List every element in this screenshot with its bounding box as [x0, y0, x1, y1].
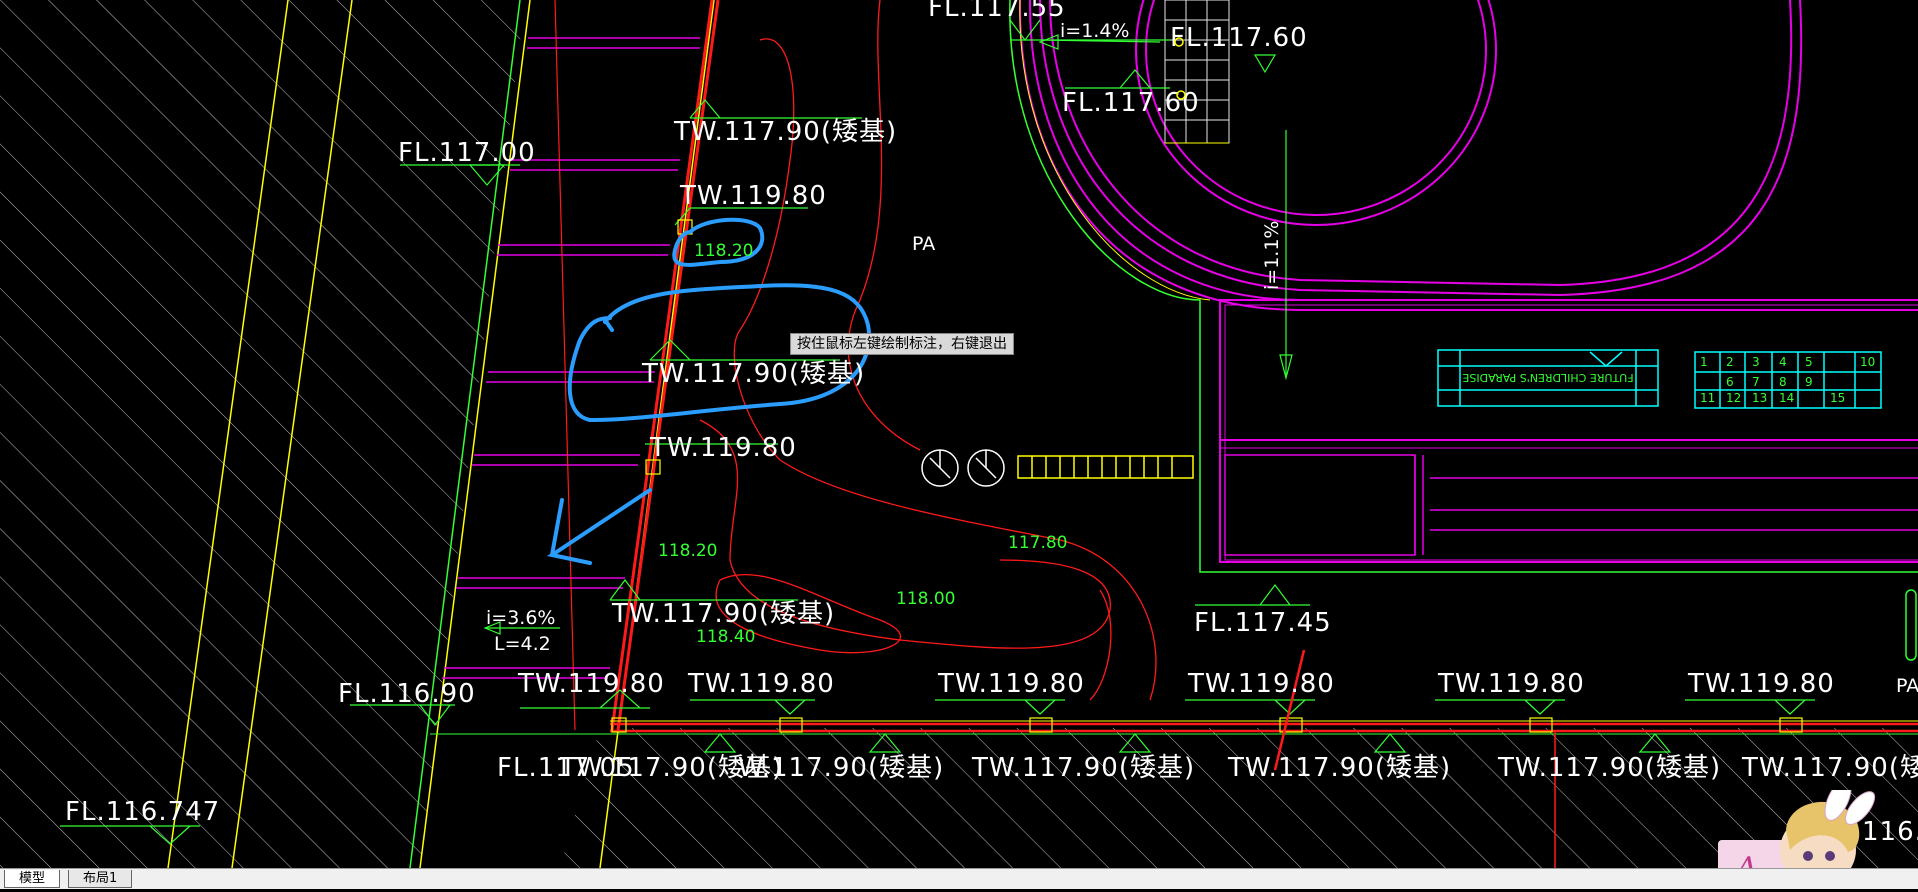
- floor-level-label: FL.117.45: [1194, 608, 1332, 638]
- top-of-wall-label: W.117.90(矮基): [738, 753, 944, 783]
- top-of-wall-label: TW.117.90(矮基): [673, 117, 897, 147]
- top-of-wall-label: TW.119.80: [1437, 669, 1585, 699]
- floor-level-label: FL.117.60: [1170, 23, 1308, 53]
- contour-label: 118.40: [696, 627, 755, 647]
- slope-label: L=4.2: [494, 633, 551, 655]
- svg-text:6: 6: [1726, 375, 1734, 389]
- svg-text:11: 11: [1700, 391, 1715, 405]
- top-of-wall-label: TW.119.80: [649, 433, 797, 463]
- top-of-wall-label: TW.117.90(矮基): [971, 753, 1195, 783]
- svg-text:1: 1: [1700, 355, 1708, 369]
- contour-label: 118.00: [896, 589, 955, 609]
- contour-label: 118.20: [694, 241, 753, 261]
- svg-text:9: 9: [1805, 375, 1813, 389]
- scroll-indicator[interactable]: [1905, 589, 1917, 661]
- top-of-wall-label: TW.119.80: [1187, 669, 1335, 699]
- command-tooltip: 按住鼠标左键绘制标注，右键退出: [790, 333, 1014, 355]
- compass-icon: [921, 449, 959, 487]
- top-of-wall-label: TW.119.80: [687, 669, 835, 699]
- slope-label: i=1.4%: [1060, 20, 1129, 42]
- top-of-wall-label: TW.117.90(矮基): [1497, 753, 1721, 783]
- svg-text:15: 15: [1830, 391, 1845, 405]
- court-outline: [1009, 0, 1918, 573]
- revision-cloud-markup: [546, 217, 872, 565]
- layout-tab-bar: 模型 布局1: [0, 868, 1918, 889]
- floor-level-label: FL.117.60: [1062, 88, 1200, 118]
- tab-model[interactable]: 模型: [4, 870, 61, 888]
- top-of-wall-label: TW.119.80: [679, 181, 827, 211]
- top-of-wall-label: TW.117.90(矮基): [641, 359, 865, 389]
- compass-icon: [967, 449, 1005, 487]
- tab-layout1[interactable]: 布局1: [68, 870, 133, 888]
- svg-text:13: 13: [1752, 391, 1767, 405]
- svg-text:7: 7: [1752, 375, 1760, 389]
- floor-level-label: FL.117.00: [398, 138, 536, 168]
- svg-text:8: 8: [1779, 375, 1787, 389]
- running-track: [1018, 0, 1918, 311]
- svg-text:4: 4: [1779, 355, 1787, 369]
- top-of-wall-label: TW.117.90(矮基): [1227, 753, 1451, 783]
- svg-text:5: 5: [1805, 355, 1813, 369]
- bench-row: [1017, 455, 1194, 479]
- top-of-wall-label: TW.117.90(矮基): [611, 599, 835, 629]
- slope-label: i=3.6%: [486, 607, 555, 629]
- area-label: PA: [1896, 675, 1918, 697]
- top-of-wall-label: TW.119.80: [937, 669, 1085, 699]
- grid-numbers: 1 2 3 4 5 10 11 6 12 7 13 8 14 9 15: [1700, 355, 1875, 405]
- svg-text:3: 3: [1752, 355, 1760, 369]
- slope-label: i=1.1%: [1261, 221, 1283, 290]
- contour-label: 117.80: [1008, 533, 1067, 553]
- cad-model-canvas[interactable]: FUTURE CHILDREN'S PARADISE 118.20 118.20…: [0, 0, 1918, 868]
- stair-grid: [1164, 0, 1230, 144]
- contour-label: 118.20: [658, 541, 717, 561]
- floor-level-label: FL.117.55: [928, 0, 1066, 23]
- svg-text:14: 14: [1779, 391, 1794, 405]
- area-label: PA: [912, 233, 935, 255]
- floor-level-label: FL.116.747: [65, 797, 220, 827]
- svg-text:12: 12: [1726, 391, 1741, 405]
- signage-text: FUTURE CHILDREN'S PARADISE: [1462, 371, 1633, 384]
- top-of-wall-label: TW.119.80: [1687, 669, 1835, 699]
- svg-text:10: 10: [1860, 355, 1875, 369]
- svg-text:2: 2: [1726, 355, 1734, 369]
- top-of-wall-label: TW.117.90(矮基): [1741, 753, 1918, 783]
- top-of-wall-label: TW.119.80: [517, 669, 665, 699]
- floor-level-label: FL.116.90: [338, 679, 476, 709]
